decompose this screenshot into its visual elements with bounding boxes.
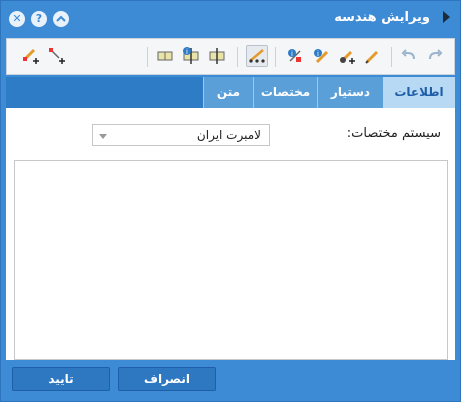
add-pencil-icon[interactable] [336, 45, 358, 67]
svg-text:i: i [317, 50, 319, 58]
vertex-line-icon[interactable] [246, 45, 268, 67]
toolbar-separator [147, 47, 148, 67]
add-line-icon[interactable] [20, 45, 42, 67]
collapse-icon[interactable] [53, 11, 69, 27]
info-vertex-icon[interactable]: i [284, 45, 306, 67]
tab-bar: اطلاعات دستیار مختصات متن [6, 77, 455, 108]
chevron-down-icon [99, 134, 107, 139]
redo-icon[interactable] [424, 45, 446, 67]
tab-content: سیستم مختصات: لامبرت ایران [6, 108, 455, 360]
split-box-icon[interactable] [154, 45, 176, 67]
pin-icon [443, 11, 450, 23]
dialog-footer: تایید انصراف [6, 360, 455, 398]
title-bar: ✕ ? ویرایش هندسه [1, 1, 460, 37]
edit-pencil-icon[interactable] [362, 45, 384, 67]
toolbar: i i i [6, 38, 455, 75]
cancel-button[interactable]: انصراف [118, 367, 216, 391]
window-title: ویرایش هندسه [334, 10, 430, 25]
tab-info[interactable]: اطلاعات [383, 77, 455, 108]
split-vertical-icon[interactable] [206, 45, 228, 67]
info-split-icon[interactable]: i [180, 45, 202, 67]
coord-system-label: سیستم مختصات: [346, 126, 441, 141]
toolbar-separator [237, 47, 238, 67]
help-icon[interactable]: ? [31, 11, 47, 27]
coord-system-value: لامبرت ایران [196, 128, 261, 142]
coord-system-select[interactable]: لامبرت ایران [92, 124, 270, 146]
svg-text:i: i [291, 50, 293, 58]
confirm-button[interactable]: تایید [12, 367, 110, 391]
info-textarea[interactable] [14, 160, 448, 360]
tab-assistant[interactable]: دستیار [317, 77, 383, 108]
add-vertex-icon[interactable] [46, 45, 68, 67]
info-pencil-icon[interactable]: i [310, 45, 332, 67]
geometry-edit-window: ✕ ? ویرایش هندسه i i i اطلاعات دستیار مخ… [0, 0, 461, 402]
svg-text:i: i [186, 48, 188, 56]
toolbar-separator [275, 47, 276, 67]
tab-text[interactable]: متن [203, 77, 253, 108]
undo-icon[interactable] [398, 45, 420, 67]
tab-coordinates[interactable]: مختصات [253, 77, 317, 108]
close-icon[interactable]: ✕ [9, 11, 25, 27]
toolbar-separator [391, 47, 392, 67]
